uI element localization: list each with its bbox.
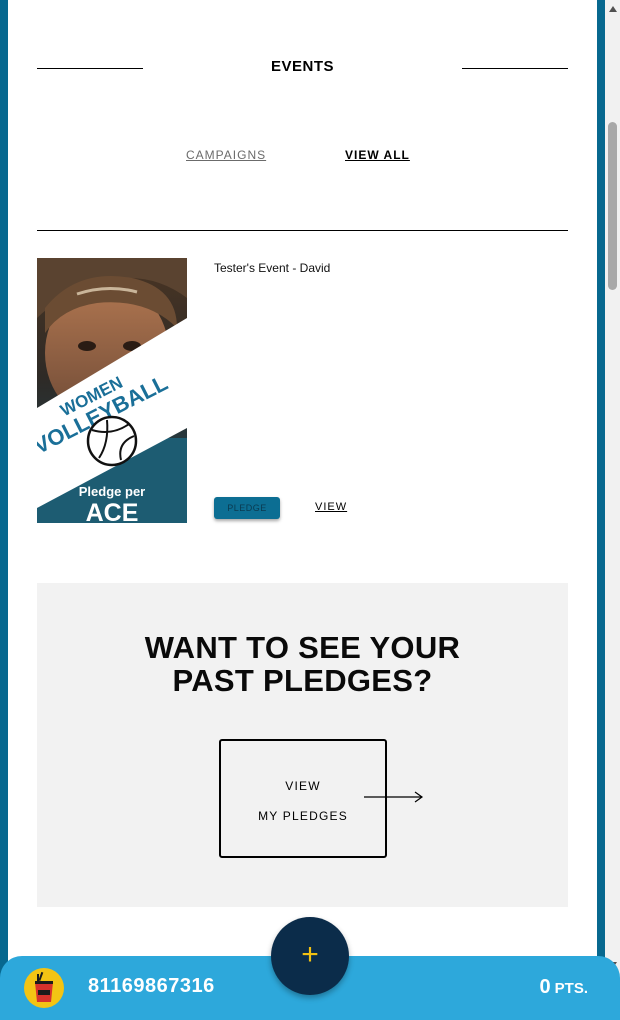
title-rule-right: [462, 68, 568, 69]
campaigns-link[interactable]: CAMPAIGNS: [186, 148, 266, 162]
left-border: [0, 0, 8, 1020]
image-text-pledge-per: Pledge per: [79, 484, 145, 499]
scrollbar[interactable]: [605, 0, 620, 1020]
points-value: 0: [539, 976, 551, 998]
points-label: PTS.: [554, 980, 588, 997]
event-image[interactable]: WOMEN VOLLEYBALL Pledge per ACE: [37, 258, 187, 523]
drink-cup-icon: [35, 971, 53, 1002]
past-pledges-heading-line1: WANT TO SEE YOUR: [144, 630, 461, 665]
scrollbar-thumb[interactable]: [608, 122, 617, 290]
points-display: 0 PTS.: [540, 976, 588, 999]
scroll-up-arrow-icon[interactable]: [609, 6, 617, 12]
volleyball-icon: [86, 415, 138, 467]
right-border: [597, 0, 605, 1020]
phone-number: 81169867316: [88, 975, 215, 997]
add-button[interactable]: +: [271, 917, 349, 995]
title-rule-left: [37, 68, 143, 69]
section-divider: [37, 230, 568, 231]
event-name[interactable]: Tester's Event - David: [214, 261, 330, 275]
view-all-link[interactable]: VIEW ALL: [345, 148, 410, 162]
view-my-pledges-label-line1: VIEW: [285, 779, 321, 793]
image-text-ace: ACE: [86, 499, 139, 523]
view-my-pledges-label-line2: MY PLEDGES: [258, 809, 348, 823]
view-event-link[interactable]: VIEW: [315, 501, 347, 513]
plus-icon: +: [301, 938, 319, 971]
avatar[interactable]: [24, 968, 64, 1008]
past-pledges-heading: WANT TO SEE YOUR PAST PLEDGES?: [37, 631, 568, 697]
pledge-button[interactable]: PLEDGE: [214, 497, 280, 519]
past-pledges-section: WANT TO SEE YOUR PAST PLEDGES? VIEW MY P…: [37, 583, 568, 907]
arrow-right-icon: [364, 791, 424, 803]
view-my-pledges-button[interactable]: VIEW MY PLEDGES: [219, 739, 387, 858]
past-pledges-heading-line2: PAST PLEDGES?: [172, 663, 433, 698]
page-title: EVENTS: [270, 58, 334, 75]
